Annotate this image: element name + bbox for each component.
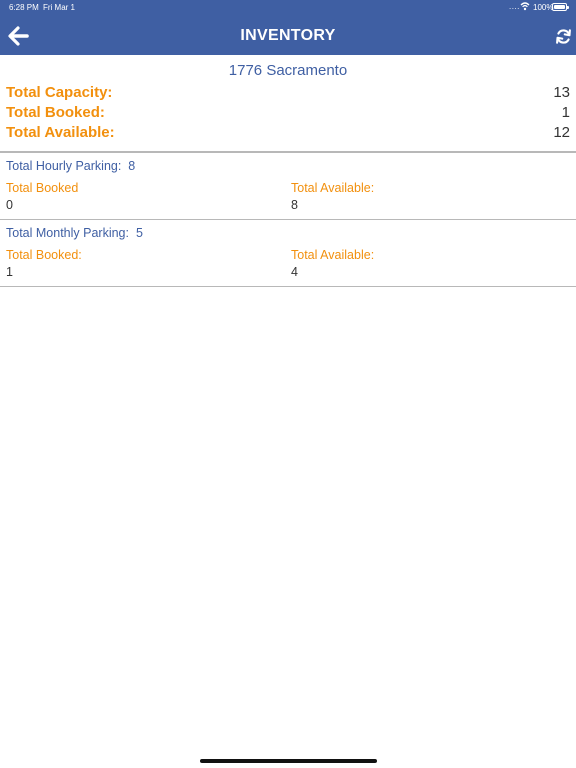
wifi-icon bbox=[520, 2, 530, 11]
monthly-available-label: Total Available: bbox=[291, 248, 375, 262]
battery-percent: 100% bbox=[533, 3, 554, 12]
location-name: 1776 Sacramento bbox=[228, 62, 348, 79]
monthly-available-value: 4 bbox=[291, 265, 298, 279]
total-available-value: 12 bbox=[553, 124, 570, 141]
total-booked-label: Total Booked: bbox=[6, 104, 105, 121]
status-time: 6:28 PM bbox=[9, 3, 39, 12]
total-capacity-value: 13 bbox=[553, 84, 570, 101]
battery-icon bbox=[552, 3, 569, 11]
monthly-parking-title: Total Monthly Parking: 5 bbox=[6, 226, 143, 240]
nav-bar: 6:28 PM Fri Mar 1 .... 100% INVENTORY bbox=[0, 0, 576, 55]
home-indicator[interactable] bbox=[200, 759, 377, 763]
hourly-available-value: 8 bbox=[291, 198, 298, 212]
total-available-label: Total Available: bbox=[6, 124, 115, 141]
total-booked-row: Total Booked: 1 bbox=[6, 104, 570, 124]
refresh-button[interactable] bbox=[555, 28, 572, 45]
total-capacity-row: Total Capacity: 13 bbox=[6, 84, 570, 104]
monthly-parking-label: Total Monthly Parking: bbox=[6, 226, 129, 240]
hourly-parking-title: Total Hourly Parking: 8 bbox=[6, 159, 135, 173]
section-divider bbox=[0, 286, 576, 287]
hourly-booked-label: Total Booked bbox=[6, 181, 79, 195]
monthly-booked-value: 1 bbox=[6, 265, 13, 279]
hourly-booked-value: 0 bbox=[6, 198, 13, 212]
hourly-parking-label: Total Hourly Parking: bbox=[6, 159, 122, 173]
page-title: INVENTORY bbox=[240, 27, 336, 44]
signal-icon: .... bbox=[509, 2, 520, 11]
section-divider bbox=[0, 219, 576, 220]
total-capacity-label: Total Capacity: bbox=[6, 84, 113, 101]
monthly-parking-count: 5 bbox=[135, 226, 143, 240]
total-available-row: Total Available: 12 bbox=[6, 124, 570, 144]
total-booked-value: 1 bbox=[561, 104, 570, 121]
hourly-available-label: Total Available: bbox=[291, 181, 375, 195]
summary-divider bbox=[0, 151, 576, 153]
status-date: Fri Mar 1 bbox=[43, 3, 75, 12]
hourly-parking-count: 8 bbox=[128, 159, 136, 173]
monthly-booked-label: Total Booked: bbox=[6, 248, 82, 262]
refresh-icon bbox=[556, 29, 571, 44]
